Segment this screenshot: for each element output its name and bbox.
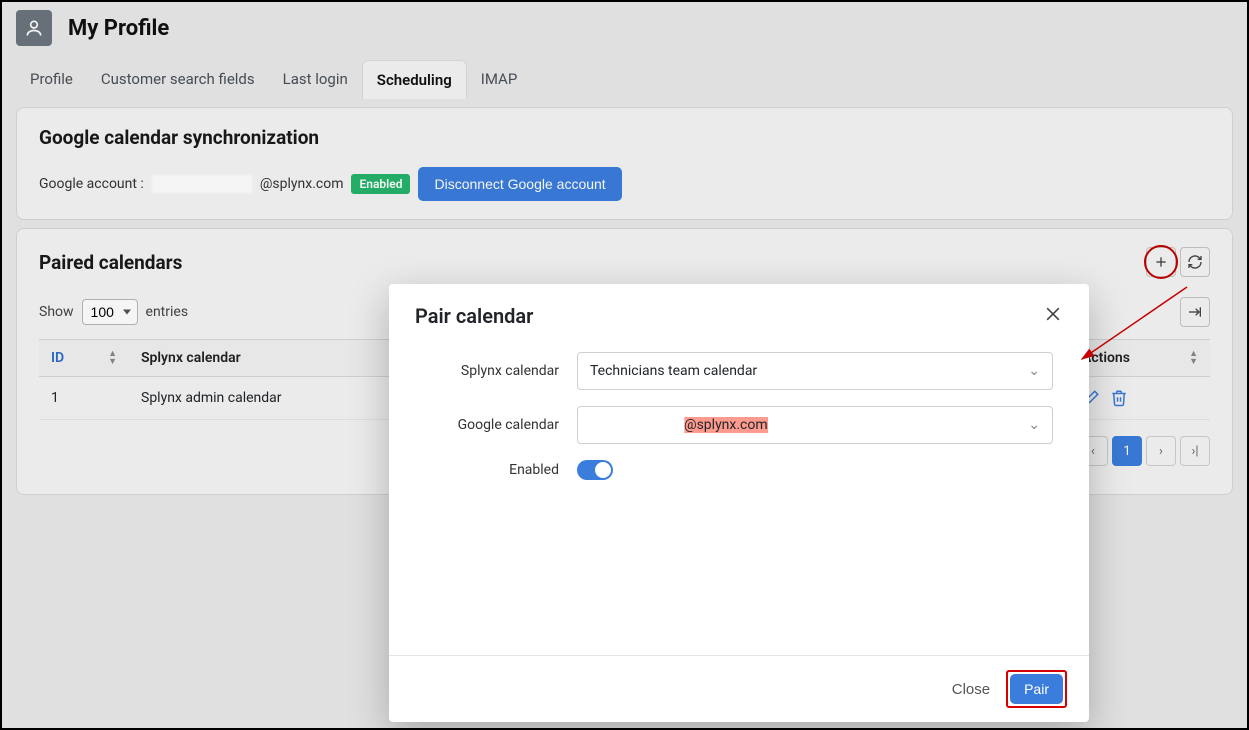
sort-icon: ▲▼: [1189, 350, 1198, 366]
plus-icon: [1153, 254, 1169, 270]
splynx-calendar-select[interactable]: Technicians team calendar ⌄: [577, 352, 1053, 390]
enabled-label: Enabled: [425, 462, 577, 478]
tab-profile[interactable]: Profile: [16, 60, 87, 99]
google-sync-title: Google calendar synchronization: [39, 126, 1210, 149]
sort-icon: ▲▼: [108, 350, 117, 366]
tab-customer-search-fields[interactable]: Customer search fields: [87, 60, 269, 99]
refresh-icon: [1187, 254, 1203, 270]
page-next-button[interactable]: ›: [1146, 436, 1176, 466]
expand-icon: [1187, 304, 1203, 320]
refresh-button[interactable]: [1180, 247, 1210, 277]
google-calendar-label: Google calendar: [425, 417, 577, 433]
pair-calendar-modal: Pair calendar Splynx calendar Technician…: [389, 284, 1089, 722]
pair-button[interactable]: Pair: [1010, 674, 1063, 704]
tab-scheduling[interactable]: Scheduling: [362, 60, 467, 99]
paired-calendars-title: Paired calendars: [39, 251, 182, 274]
google-calendar-select[interactable]: @splynx.com ⌄: [577, 406, 1053, 444]
col-actions[interactable]: Actions▲▼: [1070, 340, 1210, 377]
google-account-redacted: [152, 175, 252, 193]
tab-bar: Profile Customer search fields Last logi…: [2, 54, 1247, 99]
entries-label: entries: [146, 304, 189, 320]
chevron-down-icon: ⌄: [1028, 417, 1040, 433]
page-title: My Profile: [68, 16, 169, 41]
pair-button-highlight: Pair: [1006, 670, 1067, 708]
modal-close-button[interactable]: [1043, 304, 1063, 328]
google-account-label: Google account :: [39, 176, 144, 192]
page-size-select[interactable]: 100: [82, 299, 138, 325]
page-last-button[interactable]: ›|: [1180, 436, 1210, 466]
tab-last-login[interactable]: Last login: [269, 60, 362, 99]
tab-imap[interactable]: IMAP: [467, 60, 532, 99]
close-icon: [1043, 304, 1063, 324]
delete-icon[interactable]: [1110, 389, 1128, 407]
col-id[interactable]: ID▲▼: [39, 340, 129, 377]
show-label: Show: [39, 304, 74, 320]
modal-close-text-button[interactable]: Close: [952, 681, 990, 698]
disconnect-google-button[interactable]: Disconnect Google account: [418, 167, 621, 201]
cell-id: 1: [39, 377, 129, 420]
chevron-down-icon: ⌄: [1028, 363, 1040, 379]
splynx-calendar-label: Splynx calendar: [425, 363, 577, 379]
expand-button[interactable]: [1180, 297, 1210, 327]
enabled-toggle[interactable]: [577, 460, 613, 480]
google-sync-card: Google calendar synchronization Google a…: [16, 107, 1233, 220]
modal-title: Pair calendar: [415, 304, 533, 328]
page-number-button[interactable]: 1: [1112, 436, 1142, 466]
profile-avatar-button[interactable]: [16, 10, 52, 46]
add-calendar-button[interactable]: [1146, 247, 1176, 277]
google-account-domain: @splynx.com: [260, 176, 344, 192]
enabled-badge: Enabled: [351, 174, 410, 194]
